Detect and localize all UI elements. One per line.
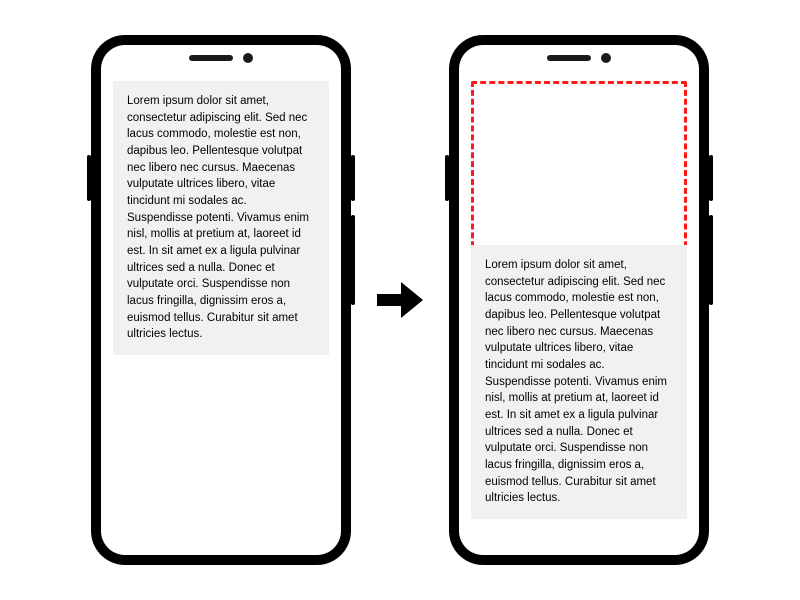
phone-screen-before: Lorem ipsum dolor sit amet, consectetur … [101, 45, 341, 555]
text-block-before: Lorem ipsum dolor sit amet, consectetur … [113, 81, 329, 355]
phone-screen-after: Lorem ipsum dolor sit amet, consectetur … [459, 45, 699, 555]
text-block-after: Lorem ipsum dolor sit amet, consectetur … [471, 245, 687, 519]
lorem-text: Lorem ipsum dolor sit amet, consectetur … [127, 93, 315, 343]
lorem-text: Lorem ipsum dolor sit amet, consectetur … [485, 257, 673, 507]
comparison-diagram: Lorem ipsum dolor sit amet, consectetur … [0, 0, 800, 600]
phone-mockup-after: Lorem ipsum dolor sit amet, consectetur … [449, 35, 709, 565]
camera-icon [601, 53, 611, 63]
speaker-icon [189, 55, 233, 61]
arrow-right-icon [377, 280, 423, 320]
sensor-bar [547, 53, 611, 63]
phone-mockup-before: Lorem ipsum dolor sit amet, consectetur … [91, 35, 351, 565]
sensor-bar [189, 53, 253, 63]
speaker-icon [547, 55, 591, 61]
camera-icon [243, 53, 253, 63]
